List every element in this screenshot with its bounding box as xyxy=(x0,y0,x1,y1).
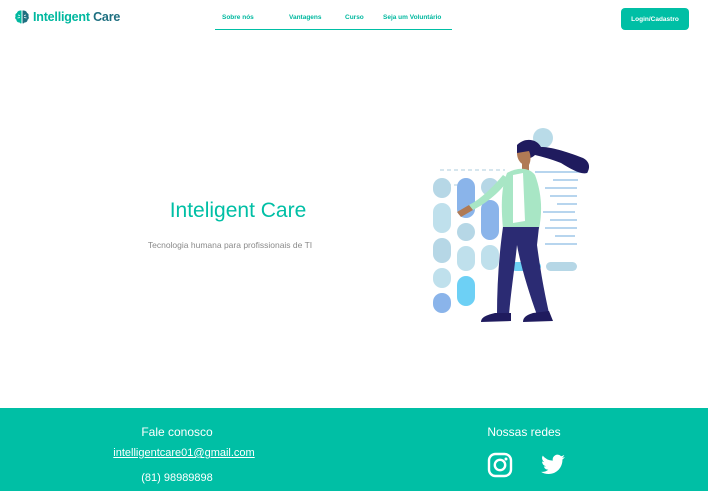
nav-item-vantagens[interactable]: Vantagens xyxy=(289,14,322,21)
social-heading: Nossas redes xyxy=(487,425,561,439)
brain-icon xyxy=(15,10,29,24)
contact-phone: (81) 98989898 xyxy=(141,472,213,484)
nav-item-voluntario[interactable]: Seja um Voluntário xyxy=(383,14,441,21)
woman-with-data-panel-illustration xyxy=(433,128,590,322)
top-nav-bar: Intelligent Care Sobre nós Vantagens Cur… xyxy=(0,0,708,40)
contact-email-link[interactable]: intelligentcare01@gmail.com xyxy=(97,447,271,459)
footer: Fale conosco intelligentcare01@gmail.com… xyxy=(0,408,708,491)
nav-item-curso[interactable]: Curso xyxy=(345,14,364,21)
logo-word-care: Care xyxy=(93,10,121,24)
hero-title: Inteligent Care xyxy=(169,199,307,222)
logo[interactable]: Intelligent Care xyxy=(14,9,120,25)
nav-item-sobre-nos[interactable]: Sobre nós xyxy=(222,14,254,21)
twitter-icon[interactable] xyxy=(540,452,566,478)
logo-text: Intelligent Care xyxy=(33,10,120,24)
instagram-icon[interactable] xyxy=(487,452,513,478)
login-button[interactable]: Login/Cadastro xyxy=(621,8,689,30)
contact-heading: Fale conosco xyxy=(141,425,213,439)
main-nav: Sobre nós Vantagens Curso Seja um Volunt… xyxy=(215,9,452,30)
hero-subtitle: Tecnologia humana para profissionais de … xyxy=(147,240,313,250)
logo-word-intelligent: Intelligent xyxy=(33,10,90,24)
